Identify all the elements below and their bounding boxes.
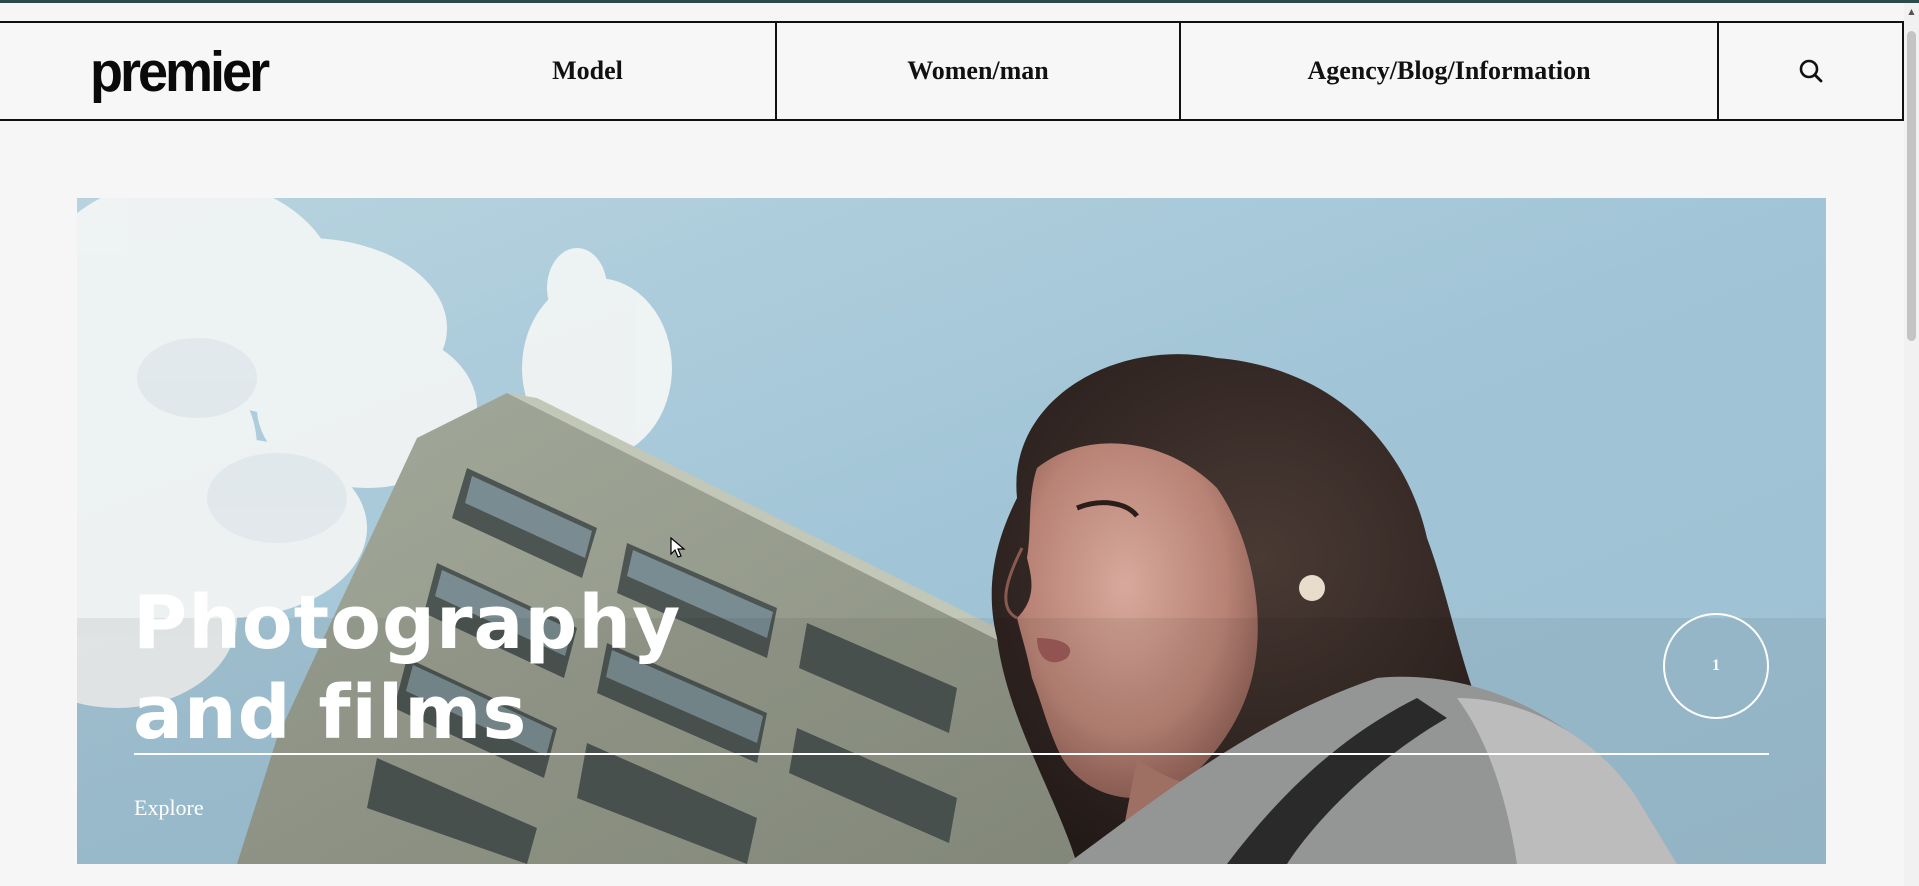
logo-cell: premier	[0, 23, 400, 119]
search-button[interactable]	[1717, 23, 1904, 119]
main-navigation: premier Model Women/man Agency/Blog/Info…	[0, 21, 1904, 121]
hero-title-line-2: and films	[133, 670, 528, 756]
vertical-scrollbar[interactable]: ▲	[1904, 3, 1919, 886]
mouse-cursor-icon	[670, 537, 686, 558]
scrollbar-thumb[interactable]	[1907, 31, 1916, 341]
hero-title-line-1: Photography	[133, 580, 682, 666]
search-icon	[1799, 59, 1822, 83]
hero-slideshow[interactable]: Photography and films 1 Explore	[77, 198, 1826, 864]
slide-indicator[interactable]: 1	[1663, 613, 1769, 719]
hero-divider	[134, 753, 1769, 755]
nav-item-model[interactable]: Model	[400, 23, 775, 119]
logo[interactable]: premier	[90, 44, 270, 101]
nav-item-agency-blog-information[interactable]: Agency/Blog/Information	[1181, 23, 1717, 119]
slide-number: 1	[1712, 657, 1720, 674]
explore-link[interactable]: Explore	[134, 795, 204, 821]
hero-image	[77, 198, 1826, 864]
hero-title: Photography and films	[133, 578, 833, 758]
nav-item-women-man[interactable]: Women/man	[775, 23, 1181, 119]
browser-top-edge	[0, 0, 1919, 3]
scroll-up-arrow-icon[interactable]: ▲	[1904, 5, 1919, 17]
